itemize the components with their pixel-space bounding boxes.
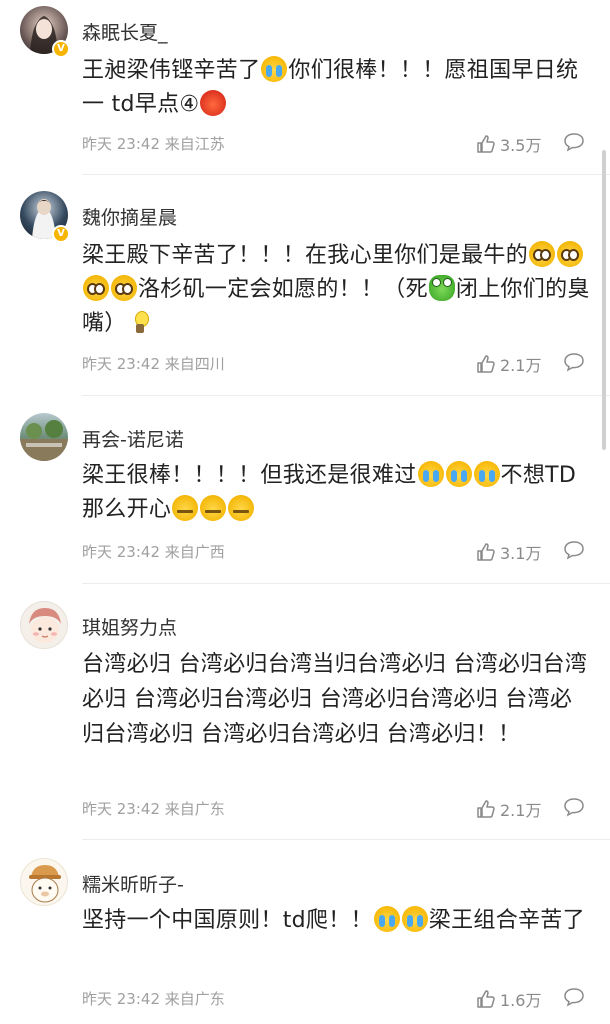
crying-face-emoji	[473, 461, 500, 487]
comment-meta: 昨天 23:42 来自江苏	[82, 135, 225, 153]
divider	[82, 174, 610, 175]
scrollbar[interactable]	[602, 150, 606, 450]
like-count: 2.1万	[500, 801, 542, 820]
reply-button[interactable]	[563, 132, 585, 156]
like-button[interactable]: 1.6万	[476, 987, 541, 1011]
reply-button[interactable]	[563, 352, 585, 376]
comment-bubble-icon	[564, 133, 584, 152]
zipper-mouth-emoji	[200, 495, 227, 521]
pleading-face-emoji	[111, 275, 137, 301]
username[interactable]: 再会-诺尼诺	[82, 425, 184, 452]
like-count: 2.1万	[500, 356, 542, 375]
comment-meta: 昨天 23:42 来自广西	[82, 543, 225, 561]
comment-bubble-icon	[564, 798, 584, 817]
avatar[interactable]	[20, 601, 68, 649]
like-count: 1.6万	[500, 991, 542, 1010]
reply-button[interactable]	[563, 797, 585, 821]
like-button[interactable]: 2.1万	[476, 797, 541, 821]
comment-meta: 昨天 23:42 来自广东	[82, 990, 225, 1008]
username[interactable]: 琪姐努力点	[82, 613, 177, 640]
crying-face-emoji	[373, 906, 400, 932]
zipper-mouth-emoji	[172, 495, 199, 521]
comment-bubble-icon	[564, 541, 584, 560]
like-count: 3.5万	[500, 136, 542, 155]
comment-meta: 昨天 23:42 来自四川	[82, 355, 225, 373]
like-count: 3.1万	[500, 544, 542, 563]
crying-face-emoji	[261, 56, 288, 82]
verified-badge-icon: V	[52, 225, 70, 243]
like-button[interactable]: 2.1万	[476, 352, 541, 376]
crying-face-emoji	[417, 461, 444, 487]
comment-text: 台湾必归 台湾必归台湾当归台湾必归 台湾必归台湾必归 台湾必归台湾必归 台湾必归…	[82, 652, 588, 747]
frog-emoji	[428, 275, 455, 301]
comment-text: 梁王殿下辛苦了！！！在我心里你们是最牛的洛杉矶一定会如愿的！！（死 闭上你们的臭嘴…	[82, 241, 590, 336]
reply-button[interactable]	[563, 540, 585, 564]
comment-feed: V 森眠长夏_ 王昶梁伟铿辛苦了你们很棒！！！愿祖国早日统一 td早点④ 昨天 …	[0, 0, 610, 1024]
divider	[82, 583, 610, 584]
username[interactable]: 森眠长夏_	[82, 18, 168, 45]
divider	[82, 395, 610, 396]
comment-text: 梁王很棒！！！！但我还是很难过 不想TD那么开心	[82, 461, 577, 522]
verified-badge-icon: V	[52, 40, 70, 58]
comment-bubble-icon	[564, 988, 584, 1007]
avatar[interactable]	[20, 413, 68, 461]
like-button[interactable]: 3.1万	[476, 540, 541, 564]
thumbs-up-icon	[477, 135, 495, 153]
crying-face-emoji	[401, 906, 428, 932]
username[interactable]: 糯米昕昕子-	[82, 870, 184, 897]
thumbs-up-icon	[477, 800, 495, 818]
zipper-mouth-emoji	[228, 495, 255, 521]
thumbs-up-icon	[477, 990, 495, 1008]
thumbs-up-icon	[477, 355, 495, 373]
angry-face-emoji	[200, 90, 227, 138]
lightbulb-emoji	[128, 309, 154, 335]
divider	[82, 839, 610, 840]
comment-text: 王昶梁伟铿辛苦了 你们很棒！！！愿祖国早日统一 td早点④	[82, 54, 590, 138]
comment-text: 坚持一个中国原则！td爬！！ 梁王组合辛苦了	[82, 906, 585, 933]
username[interactable]: 魏你摘星晨	[82, 203, 177, 230]
pleading-face-emoji	[557, 241, 584, 267]
like-button[interactable]: 3.5万	[476, 132, 541, 156]
pleading-face-emoji	[529, 241, 556, 267]
pleading-face-emoji	[83, 275, 109, 301]
crying-face-emoji	[445, 461, 472, 487]
reply-button[interactable]	[563, 987, 585, 1011]
comment-meta: 昨天 23:42 来自广东	[82, 800, 225, 818]
comment-bubble-icon	[564, 353, 584, 372]
avatar[interactable]	[20, 858, 68, 906]
thumbs-up-icon	[477, 543, 495, 561]
